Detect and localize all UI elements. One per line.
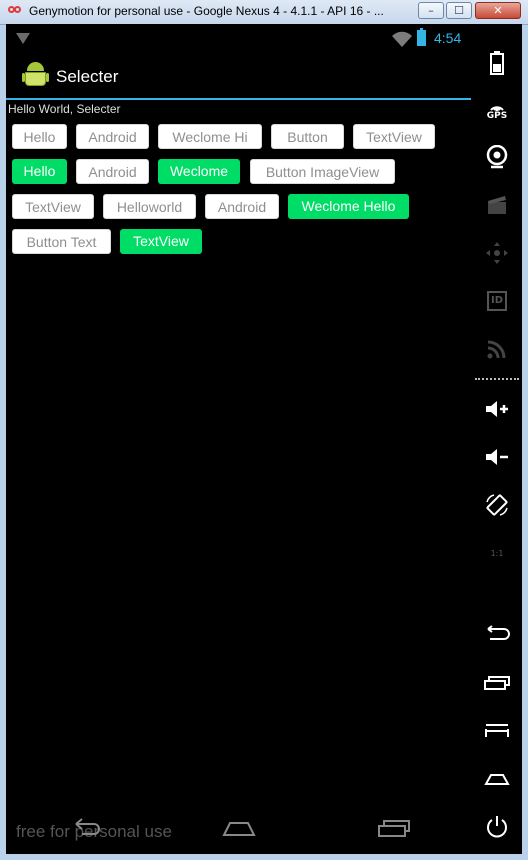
tag-textview[interactable]: TextView (120, 229, 202, 254)
tag-button-imageview[interactable]: Button ImageView (250, 159, 395, 184)
android-home-icon[interactable] (482, 764, 512, 794)
device-id-label: ID (487, 291, 507, 311)
tag-hello[interactable]: Hello (12, 124, 67, 149)
android-recent-icon[interactable] (482, 668, 512, 698)
volume-up-icon[interactable] (482, 394, 512, 424)
signal-icon (16, 33, 30, 44)
tag-helloworld[interactable]: Helloworld (103, 194, 196, 219)
video-capture-icon[interactable] (482, 190, 512, 220)
rotate-icon[interactable] (482, 490, 512, 520)
tag-weclome-hi[interactable]: Weclome Hi (158, 124, 262, 149)
wifi-icon (392, 31, 412, 47)
tag-button-text[interactable]: Button Text (12, 229, 111, 254)
device-id-icon[interactable]: ID (482, 286, 512, 316)
home-icon[interactable] (222, 814, 256, 840)
volume-down-icon[interactable] (482, 442, 512, 472)
status-bar: 4:54 (6, 24, 471, 52)
status-time: 4:54 (434, 30, 462, 46)
genymotion-logo-icon (8, 6, 22, 16)
app-title: Selecter (56, 67, 119, 86)
ratio-label: 1:1 (490, 548, 504, 558)
battery-icon (417, 28, 426, 46)
close-button[interactable]: ✕ (475, 2, 521, 19)
tag-hello[interactable]: Hello (12, 159, 67, 184)
tag-weclome-hello[interactable]: Weclome Hello (288, 194, 409, 219)
dpad-icon[interactable] (482, 238, 512, 268)
genymotion-sidebar: GPS ID 1:1 (471, 24, 522, 854)
tag-button[interactable]: Button (271, 124, 344, 149)
android-screen: 4:54 Selecter Hello World, Selecter Hell… (6, 24, 471, 854)
android-back-icon[interactable] (482, 618, 512, 648)
action-bar: Selecter (6, 52, 471, 100)
gps-label: GPS (486, 111, 508, 121)
tag-android[interactable]: Android (76, 159, 149, 184)
battery-widget-icon[interactable] (482, 48, 512, 78)
tag-textview[interactable]: TextView (12, 194, 94, 219)
pixel-perfect-icon[interactable]: 1:1 (482, 538, 512, 568)
tag-android[interactable]: Android (76, 124, 149, 149)
sidebar-divider (475, 378, 519, 380)
maximize-button[interactable]: ☐ (446, 2, 472, 19)
back-icon[interactable] (72, 814, 102, 840)
tag-android[interactable]: Android (205, 194, 279, 219)
android-app-icon[interactable] (22, 60, 49, 90)
hello-text: Hello World, Selecter (8, 102, 121, 116)
gps-widget-icon[interactable]: GPS (482, 96, 512, 126)
minimize-button[interactable]: – (418, 2, 444, 19)
tag-textview[interactable]: TextView (353, 124, 435, 149)
window-title: Genymotion for personal use - Google Nex… (29, 4, 384, 18)
webcam-icon[interactable] (482, 142, 512, 172)
tag-weclome[interactable]: Weclome (158, 159, 240, 184)
window-titlebar: Genymotion for personal use - Google Nex… (0, 0, 528, 25)
remote-control-icon[interactable] (482, 334, 512, 364)
power-icon[interactable] (482, 812, 512, 842)
android-menu-icon[interactable] (482, 716, 512, 746)
emulator-device: 4:54 Selecter Hello World, Selecter Hell… (6, 24, 522, 854)
recent-apps-icon[interactable] (377, 814, 411, 840)
